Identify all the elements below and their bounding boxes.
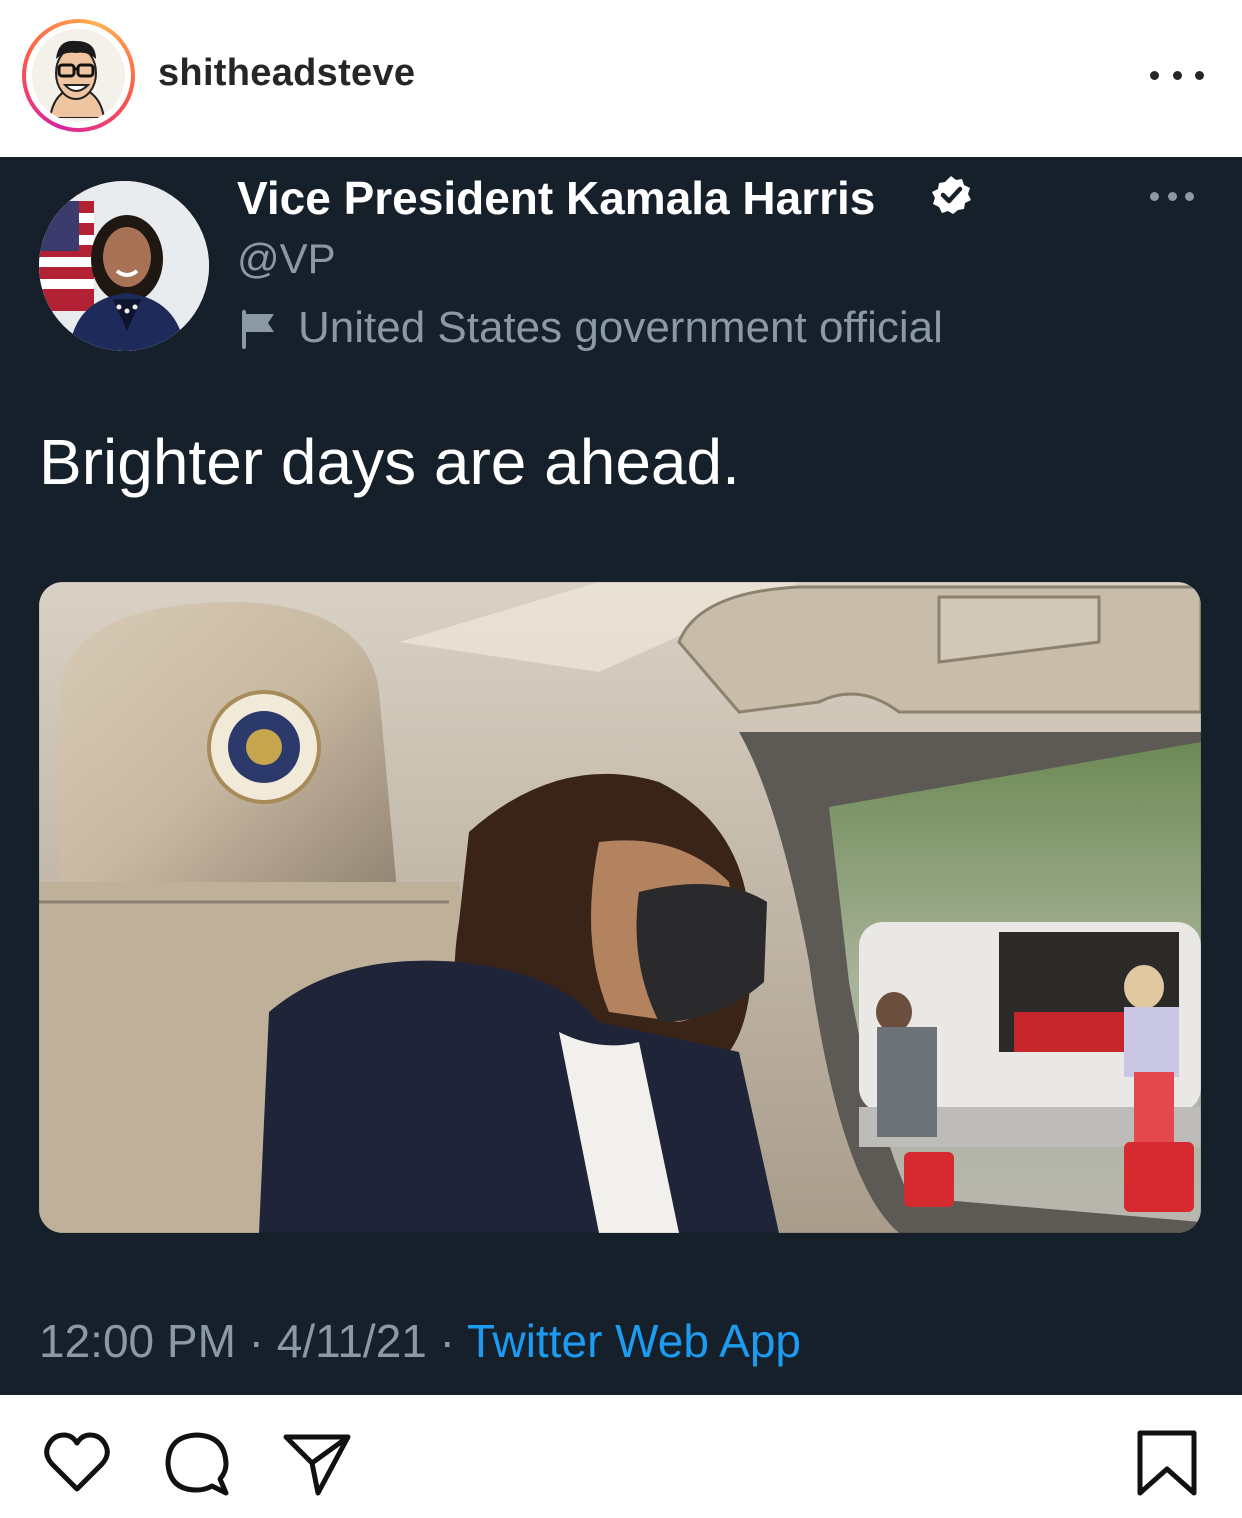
more-icon[interactable]	[1150, 58, 1204, 92]
flag-background	[39, 201, 94, 311]
more-dot	[1195, 70, 1204, 80]
display-name: Vice President Kamala Harris	[237, 172, 876, 224]
meta-separator: ·	[235, 1315, 277, 1367]
tweet-source-link[interactable]: Twitter Web App	[467, 1315, 801, 1367]
cartoon-avatar-image	[32, 29, 125, 122]
post-header: shitheadsteve	[0, 0, 1242, 157]
username[interactable]: shitheadsteve	[158, 52, 415, 95]
heart-icon[interactable]	[42, 1429, 112, 1499]
profile-avatar[interactable]	[22, 19, 135, 132]
tweet-date: 4/11/21	[276, 1315, 427, 1367]
post-action-bar	[0, 1395, 1242, 1518]
tweet-text: Brighter days are ahead.	[39, 426, 740, 498]
government-label: United States government official	[298, 303, 943, 352]
comment-icon[interactable]	[162, 1429, 232, 1499]
more-dot	[1150, 191, 1159, 201]
flag-icon	[242, 310, 274, 349]
more-dot	[1172, 70, 1182, 80]
handle: @VP	[237, 235, 336, 282]
more-dot	[1167, 191, 1177, 201]
verified-badge-icon	[932, 176, 971, 214]
tweet-time: 12:00 PM	[39, 1315, 236, 1367]
more-dot	[1150, 70, 1159, 80]
avatar-inner	[26, 23, 131, 128]
more-dot	[1185, 191, 1194, 201]
tweet-card: Vice President Kamala Harris @VP United …	[0, 157, 1242, 1395]
share-icon[interactable]	[282, 1429, 352, 1499]
tweet-photo[interactable]	[39, 582, 1201, 1233]
meta-separator: ·	[426, 1315, 467, 1367]
tweet-meta: 12:00 PM · 4/11/21 · Twitter Web App	[39, 1314, 801, 1368]
vp-profile-photo	[39, 181, 209, 351]
bookmark-icon[interactable]	[1132, 1429, 1202, 1499]
tweet-more-icon[interactable]	[1150, 189, 1194, 203]
